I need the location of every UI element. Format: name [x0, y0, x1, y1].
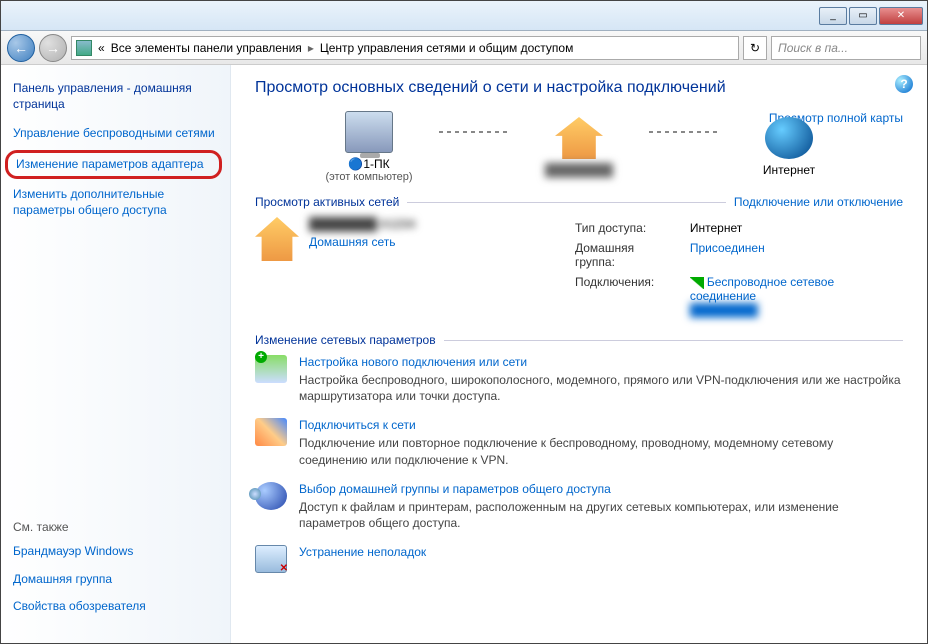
new-connection-icon	[255, 355, 287, 383]
window: _ ▭ ✕ ← → « Все элементы панели управлен…	[0, 0, 928, 644]
connect-icon	[255, 418, 287, 446]
sidebar-link-adapter[interactable]: Изменение параметров адаптера	[16, 157, 211, 173]
troubleshoot-icon	[255, 545, 287, 573]
refresh-button[interactable]: ↻	[743, 36, 767, 60]
breadcrumb-2[interactable]: Центр управления сетями и общим доступом	[320, 41, 574, 55]
network-detail: ████████ A1234 Домашняя сеть Тип доступа…	[255, 217, 903, 321]
pc-sub: (этот компьютер)	[299, 171, 439, 183]
breadcrumb-sep: ▸	[308, 41, 314, 55]
titlebar: _ ▭ ✕	[1, 1, 927, 31]
navbar: ← → « Все элементы панели управления ▸ Ц…	[1, 31, 927, 65]
prop-conn-key: Подключения:	[569, 273, 682, 319]
task-title[interactable]: Настройка нового подключения или сети	[299, 355, 903, 369]
seealso-firewall[interactable]: Брандмауэр Windows	[13, 544, 218, 560]
router-name: ████████	[509, 163, 649, 177]
network-type-link[interactable]: Домашняя сеть	[309, 235, 415, 249]
help-icon[interactable]: ?	[895, 75, 913, 93]
pc-name: 🔵1-ПК	[299, 157, 439, 171]
prop-access-val: Интернет	[684, 219, 901, 237]
internet-label: Интернет	[719, 163, 859, 177]
change-settings-section: Изменение сетевых параметров Настройка н…	[255, 333, 903, 573]
location-icon	[76, 40, 92, 56]
node-internet: Интернет	[719, 117, 859, 177]
task-new-connection: Настройка нового подключения или сети На…	[255, 355, 903, 404]
task-connect: Подключиться к сети Подключение или повт…	[255, 418, 903, 467]
divider	[444, 340, 903, 341]
maximize-button[interactable]: ▭	[849, 7, 877, 25]
see-also: См. также Брандмауэр Windows Домашняя гр…	[13, 520, 218, 627]
task-desc: Настройка беспроводного, широкополосного…	[299, 372, 903, 404]
connection-line-2	[649, 131, 719, 133]
globe-icon	[765, 117, 813, 159]
network-map: 🔵1-ПК (этот компьютер) ████████ Интернет	[255, 111, 903, 183]
homegroup-icon	[255, 482, 287, 510]
network-name: ████████ A1234	[309, 217, 415, 231]
task-desc: Подключение или повторное подключение к …	[299, 435, 903, 467]
breadcrumb-1[interactable]: Все элементы панели управления	[111, 41, 302, 55]
prop-homegroup-key: Домашняя группа:	[569, 239, 682, 271]
node-router: ████████	[509, 117, 649, 177]
prop-conn-ssid[interactable]: ████████	[690, 303, 758, 317]
prop-access-key: Тип доступа:	[569, 219, 682, 237]
task-desc: Доступ к файлам и принтерам, расположенн…	[299, 499, 903, 531]
active-networks-title: Просмотр активных сетей	[255, 195, 399, 209]
sidebar-link-sharing[interactable]: Изменить дополнительные параметры общего…	[13, 187, 218, 218]
connect-disconnect-link[interactable]: Подключение или отключение	[734, 195, 903, 209]
crumb-prefix: «	[98, 41, 105, 55]
divider	[407, 202, 726, 203]
see-also-title: См. также	[13, 520, 218, 534]
search-input[interactable]: Поиск в па...	[771, 36, 921, 60]
change-settings-title: Изменение сетевых параметров	[255, 333, 436, 347]
prop-conn-val[interactable]: Беспроводное сетевое соединение	[690, 275, 834, 303]
network-properties: Тип доступа:Интернет Домашняя группа:При…	[567, 217, 903, 321]
sidebar-home-link[interactable]: Панель управления - домашняя страница	[13, 81, 218, 112]
back-button[interactable]: ←	[7, 34, 35, 62]
seealso-homegroup[interactable]: Домашняя группа	[13, 572, 218, 588]
house-icon	[555, 117, 603, 159]
body: Панель управления - домашняя страница Уп…	[1, 65, 927, 643]
active-networks-section: Просмотр активных сетей Подключение или …	[255, 195, 903, 321]
seealso-browser[interactable]: Свойства обозревателя	[13, 599, 218, 615]
task-list: Настройка нового подключения или сети На…	[255, 355, 903, 573]
main-content: ? Просмотр основных сведений о сети и на…	[231, 65, 927, 643]
task-homegroup: Выбор домашней группы и параметров общег…	[255, 482, 903, 531]
sidebar: Панель управления - домашняя страница Уп…	[1, 65, 231, 643]
task-title[interactable]: Подключиться к сети	[299, 418, 903, 432]
close-button[interactable]: ✕	[879, 7, 923, 25]
network-house-icon	[255, 217, 299, 261]
task-title[interactable]: Выбор домашней группы и параметров общег…	[299, 482, 903, 496]
address-bar[interactable]: « Все элементы панели управления ▸ Центр…	[71, 36, 739, 60]
connection-line-1	[439, 131, 509, 133]
forward-button[interactable]: →	[39, 34, 67, 62]
page-title: Просмотр основных сведений о сети и наст…	[255, 79, 903, 97]
signal-icon	[690, 277, 704, 289]
prop-homegroup-val[interactable]: Присоединен	[684, 239, 901, 271]
computer-icon	[345, 111, 393, 153]
sidebar-link-wireless[interactable]: Управление беспроводными сетями	[13, 126, 218, 142]
node-pc: 🔵1-ПК (этот компьютер)	[299, 111, 439, 183]
minimize-button[interactable]: _	[819, 7, 847, 25]
task-title[interactable]: Устранение неполадок	[299, 545, 426, 559]
task-troubleshoot: Устранение неполадок	[255, 545, 903, 573]
highlight-annotation: Изменение параметров адаптера	[5, 150, 222, 180]
